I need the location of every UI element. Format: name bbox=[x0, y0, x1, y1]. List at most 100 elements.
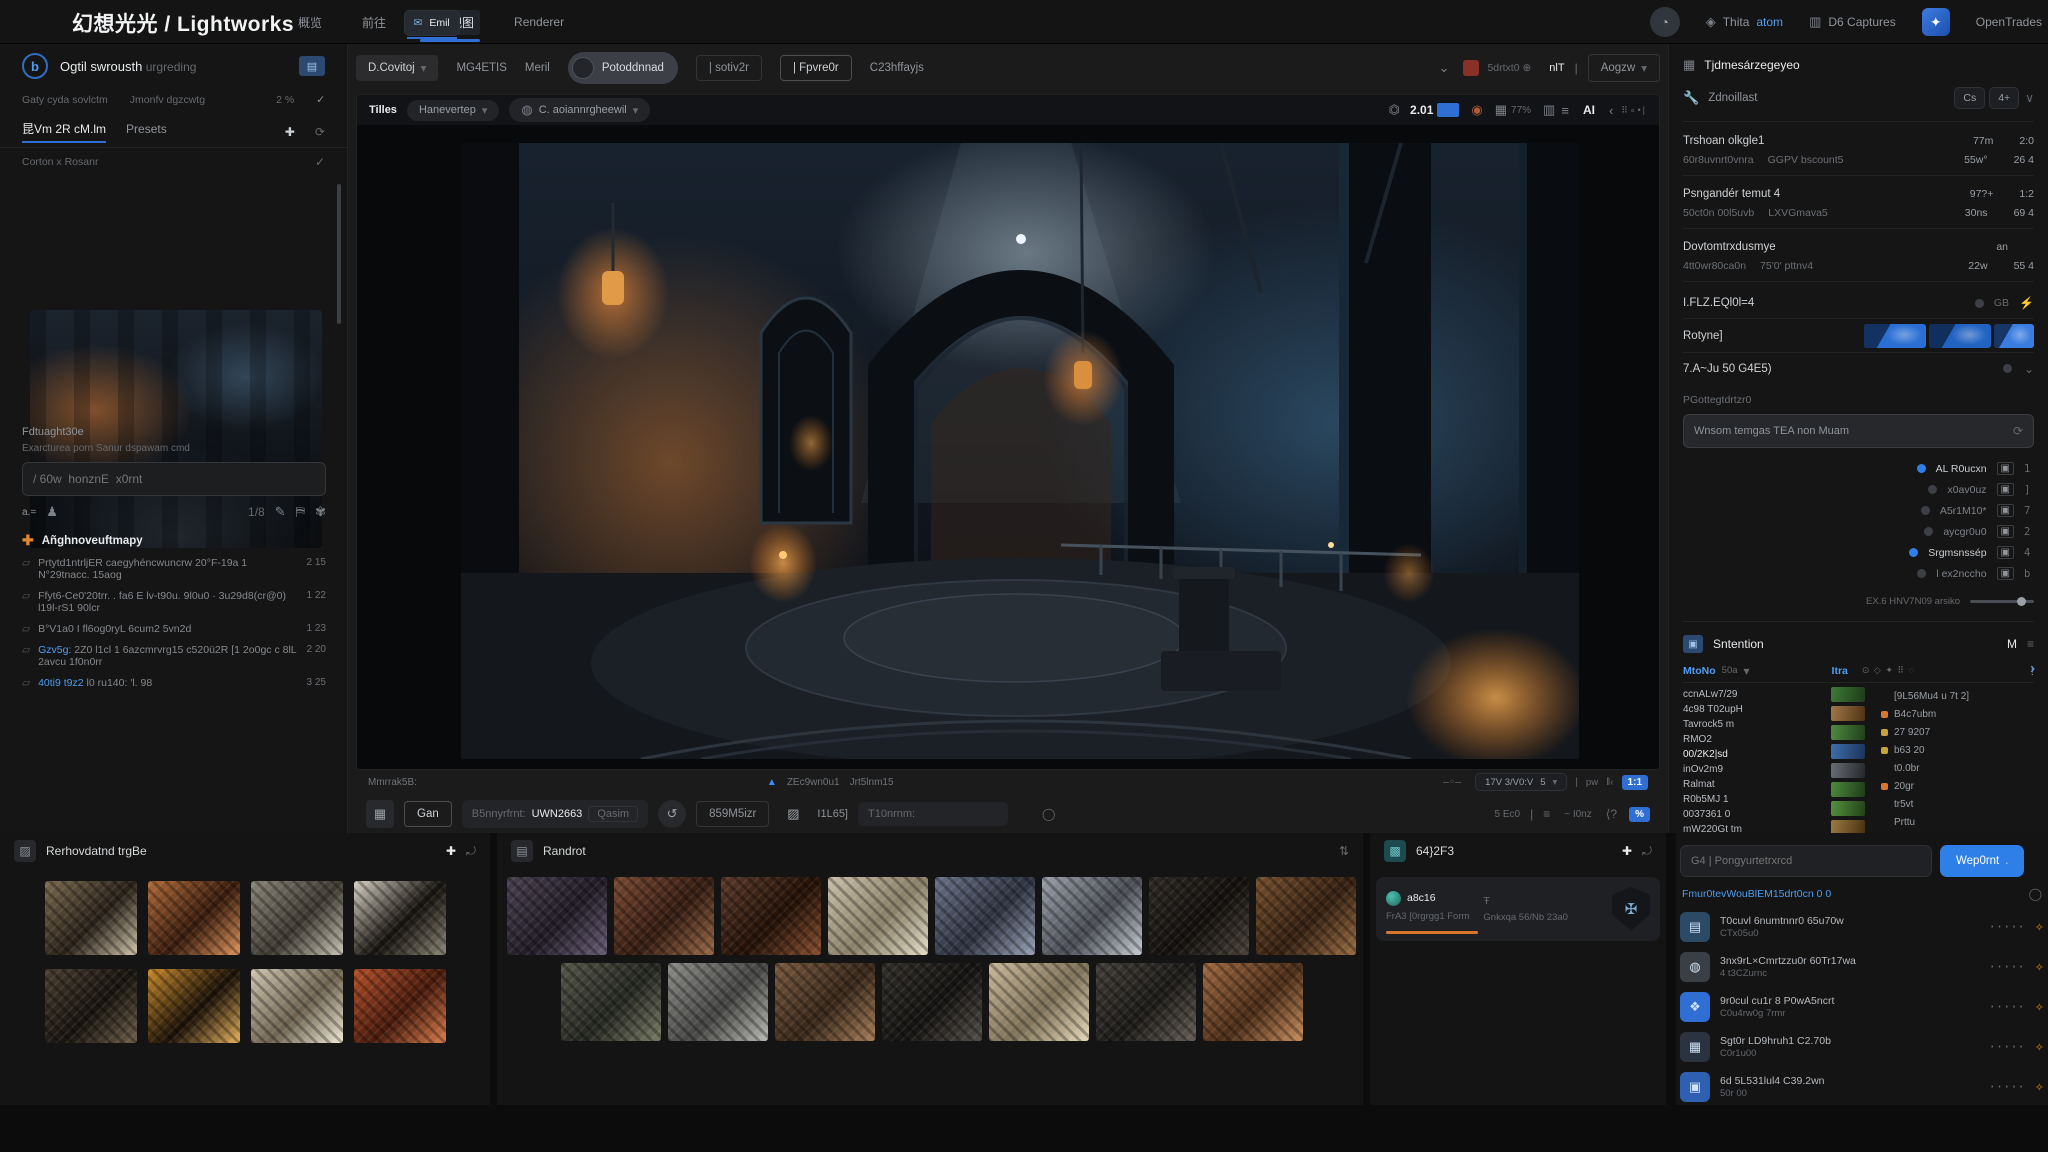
list-icon[interactable]: ≡ bbox=[1561, 103, 1569, 118]
channel-dot[interactable] bbox=[1921, 506, 1930, 515]
brush-icon[interactable]: ✾ bbox=[315, 504, 326, 520]
sort-up-down-icon[interactable]: ⇅ bbox=[1339, 844, 1349, 858]
brush-setting-pill[interactable]: B5nnyrfrnt: UWN2663 Qasim bbox=[462, 800, 648, 828]
marketplace-item[interactable]: ▤ T0cuvl 6numtnnr0 65u70w CTx05u0 ····· … bbox=[1680, 907, 2044, 947]
channel-row[interactable]: AL R0ucxn ▣ 1 bbox=[1683, 458, 2034, 479]
menu-item[interactable]: 概览 bbox=[292, 10, 328, 35]
channel-dot[interactable] bbox=[1917, 464, 1926, 473]
caret-icon[interactable]: ⌄ bbox=[2024, 362, 2034, 376]
outliner-row[interactable]: R0b5MJ 1 bbox=[1683, 792, 1831, 807]
mix-slider[interactable] bbox=[1970, 600, 2034, 603]
ratio-button[interactable]: 1:1 bbox=[1622, 775, 1648, 790]
channel-dot[interactable] bbox=[1909, 548, 1918, 557]
meta-tab-1[interactable]: Gaty cyda sovlctm bbox=[22, 94, 108, 106]
channel-row[interactable]: Srgmsnssép ▣ 4 bbox=[1683, 542, 2034, 563]
sphere-icon[interactable]: ◉ bbox=[1471, 102, 1482, 118]
tree-item[interactable]: 27 9207 bbox=[1881, 723, 2034, 741]
col-name[interactable]: MtoNo bbox=[1683, 665, 1716, 677]
refresh-icon[interactable]: ⟳ bbox=[315, 125, 325, 139]
tree-item[interactable]: 20gr bbox=[1881, 777, 2034, 795]
texture-swatch[interactable] bbox=[45, 969, 137, 1043]
develop-dropdown[interactable]: D.Covitoj▾ bbox=[356, 55, 438, 81]
marketplace-link[interactable]: Fmur0tevWouBlEM15drt0cn 0 0 bbox=[1682, 888, 1831, 900]
trades-button[interactable]: OpenTrades bbox=[1976, 15, 2042, 29]
cs-button[interactable]: Cs bbox=[1954, 87, 1985, 109]
pw-label[interactable]: pw bbox=[1586, 777, 1598, 788]
material-thumb[interactable] bbox=[1831, 801, 1865, 816]
gb-toggle-dot[interactable] bbox=[1975, 299, 1984, 308]
channel-dot[interactable] bbox=[1924, 527, 1933, 536]
refresh-textures-icon[interactable]: ⤾ bbox=[466, 844, 476, 859]
sort-icon[interactable]: ≡ bbox=[2027, 637, 2034, 651]
outliner-row[interactable]: inOv2m9 bbox=[1683, 762, 1831, 777]
texture-swatch[interactable] bbox=[1256, 877, 1356, 955]
ai-button[interactable]: AI bbox=[1583, 103, 1595, 117]
undo-icon[interactable]: ↺ bbox=[658, 800, 686, 828]
channel-row[interactable]: l ex2nccho ▣ b bbox=[1683, 563, 2034, 584]
asset-list-item[interactable]: ▱ 40ti9 t9z2 l0 ru140: 'l. 98 3 25 bbox=[22, 677, 326, 689]
mini-sliders-icon[interactable]: ⠿∘•| bbox=[1621, 105, 1647, 116]
outliner-row[interactable]: Tavrock5 m bbox=[1683, 717, 1831, 732]
mesh-button[interactable]: Meril bbox=[525, 62, 550, 74]
tree-item[interactable]: Prttu bbox=[1881, 813, 2034, 831]
camera-icon[interactable]: ⏣ bbox=[1389, 102, 1400, 118]
captures-button[interactable]: ▥ D6 Captures bbox=[1809, 14, 1896, 30]
outliner-row[interactable]: 00/2K2|sd bbox=[1683, 747, 1831, 762]
gallery-icon[interactable]: ▤ bbox=[299, 56, 325, 76]
texture-swatch[interactable] bbox=[614, 877, 714, 955]
mini-slider[interactable]: —◦— bbox=[1443, 777, 1461, 788]
check-icon[interactable]: ✓ bbox=[316, 94, 325, 106]
initial-button[interactable]: | sotiv2r bbox=[696, 55, 762, 81]
marketplace-item[interactable]: ▣ 6d 5L531lul4 C39.2wn 50r 00 ····· ✧ bbox=[1680, 1067, 2044, 1105]
marketplace-item[interactable]: ◍ 3nx9rL×Cmrtzzu0r 60Tr17wa 4 t3CZurnc ·… bbox=[1680, 947, 2044, 987]
mask-input[interactable]: T10nrnm: bbox=[858, 802, 1008, 826]
menu-item[interactable]: 前往 bbox=[356, 10, 392, 35]
texture-swatch[interactable] bbox=[354, 969, 446, 1043]
bolt-icon[interactable]: ⚡ bbox=[2019, 296, 2034, 310]
tree-item[interactable]: t0.0br bbox=[1881, 759, 2034, 777]
texture-swatch[interactable] bbox=[251, 969, 343, 1043]
texture-swatch[interactable] bbox=[1042, 877, 1142, 955]
panel-toggle-icon[interactable]: ▦ bbox=[366, 800, 394, 828]
marketplace-action-button[interactable]: Wep0rnt. bbox=[1940, 845, 2024, 877]
tree-item[interactable]: tr5vt bbox=[1881, 795, 2034, 813]
outliner-row[interactable]: 0037361 0 bbox=[1683, 807, 1831, 822]
texture-swatch[interactable] bbox=[148, 881, 240, 955]
asset-list-item[interactable]: ▱ Ffyt6-Ce0'20trr. . fa6 E lv-t90u. 9l0u… bbox=[22, 590, 326, 614]
texture-swatch[interactable] bbox=[561, 963, 661, 1041]
filter-input[interactable] bbox=[22, 462, 326, 496]
warning-triangle-icon[interactable]: ▲ bbox=[767, 777, 777, 788]
material-thumb[interactable] bbox=[1831, 782, 1865, 797]
spark-icon[interactable]: ✧ bbox=[2035, 961, 2044, 974]
marketplace-search-input[interactable] bbox=[1680, 845, 1932, 877]
tab-library-active[interactable]: 昆Vm 2R cM.lm bbox=[22, 120, 106, 143]
spark-icon[interactable]: ✧ bbox=[2035, 1041, 2044, 1054]
coords-box[interactable]: 17V 3/V0:V5▾ bbox=[1475, 773, 1567, 791]
align-icon[interactable]: ≡ bbox=[1543, 807, 1550, 821]
add-texture-icon[interactable]: ✚ bbox=[446, 844, 456, 858]
marketplace-item[interactable]: ❖ 9r0cul cu1r 8 P0wA5ncrt C0u4rw0g 7rmr … bbox=[1680, 987, 2044, 1027]
skip-icon[interactable]: ‖‹ bbox=[1606, 777, 1613, 788]
collection-check-icon[interactable]: ✓ bbox=[315, 155, 325, 169]
confirm-icon[interactable]: ⌄ bbox=[1439, 60, 1450, 76]
outliner-row[interactable]: Ralmat bbox=[1683, 777, 1831, 792]
aogzw-dropdown[interactable]: Aogzw▾ bbox=[1588, 54, 1660, 82]
tree-item[interactable]: B4c7ubm bbox=[1881, 705, 2034, 723]
col-caret-icon[interactable]: ▾ bbox=[1744, 664, 1750, 678]
stamp-icon[interactable]: ▨ bbox=[779, 800, 807, 828]
zoom-highlight[interactable] bbox=[1437, 103, 1459, 117]
texture-swatch[interactable] bbox=[507, 877, 607, 955]
chevron-left-icon[interactable]: ‹ bbox=[1609, 103, 1613, 118]
lock-toggle-dot[interactable] bbox=[2003, 364, 2012, 373]
workspace-logo-icon[interactable]: b bbox=[22, 53, 48, 79]
texture-swatch[interactable] bbox=[828, 877, 928, 955]
session-refresh-icon[interactable]: ⤾ bbox=[1642, 844, 1652, 859]
col-items[interactable]: Itra bbox=[1832, 665, 1848, 677]
texture-swatch[interactable] bbox=[1096, 963, 1196, 1041]
material-thumb[interactable] bbox=[1831, 725, 1865, 740]
flip-icon[interactable]: ⟨? bbox=[1606, 807, 1617, 821]
spark-icon[interactable]: ✧ bbox=[2035, 921, 2044, 934]
material-thumb[interactable] bbox=[1831, 763, 1865, 778]
tiles-label[interactable]: Tilles bbox=[369, 104, 397, 116]
percent-button[interactable]: % bbox=[1629, 807, 1650, 822]
